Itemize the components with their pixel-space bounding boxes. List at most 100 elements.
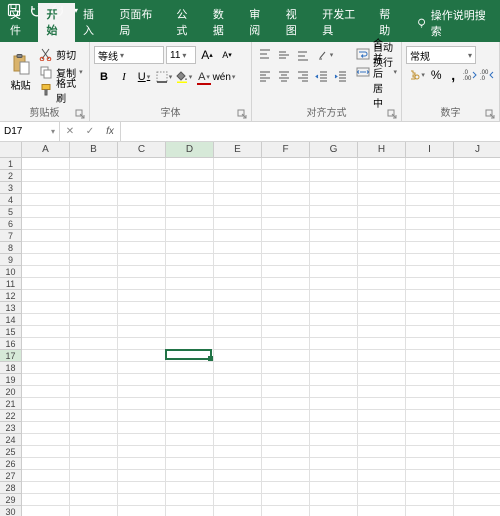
cell[interactable] (310, 338, 358, 350)
column-header[interactable]: I (406, 142, 454, 158)
cell[interactable] (454, 494, 500, 506)
cell[interactable] (454, 362, 500, 374)
cell[interactable] (406, 482, 454, 494)
cell[interactable] (262, 374, 310, 386)
cell[interactable] (454, 254, 500, 266)
cell[interactable] (22, 458, 70, 470)
cell[interactable] (214, 482, 262, 494)
cell[interactable] (166, 242, 214, 254)
bold-button[interactable]: B (94, 68, 114, 86)
cell[interactable] (22, 470, 70, 482)
cell[interactable] (118, 218, 166, 230)
cell[interactable] (214, 266, 262, 278)
cell[interactable] (406, 278, 454, 290)
cell[interactable] (358, 230, 406, 242)
row-header[interactable]: 5 (0, 206, 22, 218)
cell[interactable] (358, 182, 406, 194)
cell[interactable] (262, 242, 310, 254)
cell[interactable] (22, 218, 70, 230)
cell[interactable] (454, 218, 500, 230)
cell[interactable] (214, 446, 262, 458)
cell[interactable] (118, 434, 166, 446)
cell[interactable] (310, 410, 358, 422)
select-all-corner[interactable] (0, 142, 22, 158)
cell[interactable] (454, 242, 500, 254)
cell[interactable] (118, 314, 166, 326)
cell[interactable] (454, 194, 500, 206)
cell[interactable] (118, 326, 166, 338)
cell[interactable] (262, 254, 310, 266)
cell[interactable] (262, 494, 310, 506)
cell[interactable] (262, 170, 310, 182)
cell[interactable] (166, 350, 214, 362)
cell[interactable] (310, 218, 358, 230)
cell[interactable] (118, 362, 166, 374)
cell[interactable] (358, 386, 406, 398)
cell[interactable] (214, 218, 262, 230)
cell[interactable] (262, 410, 310, 422)
cell[interactable] (214, 338, 262, 350)
cell[interactable] (166, 434, 214, 446)
cell[interactable] (310, 470, 358, 482)
align-bottom-button[interactable] (294, 46, 312, 64)
comma-button[interactable]: , (445, 66, 461, 84)
cell[interactable] (22, 386, 70, 398)
cell[interactable] (262, 386, 310, 398)
cell[interactable] (118, 482, 166, 494)
cell[interactable] (214, 374, 262, 386)
cell[interactable] (358, 410, 406, 422)
cell[interactable] (70, 218, 118, 230)
cell[interactable] (310, 182, 358, 194)
cell[interactable] (262, 422, 310, 434)
cut-button[interactable]: 剪切 (39, 46, 85, 62)
cell[interactable] (406, 434, 454, 446)
cell[interactable] (70, 374, 118, 386)
cell[interactable] (70, 278, 118, 290)
cell[interactable] (454, 326, 500, 338)
cell[interactable] (310, 242, 358, 254)
worksheet-grid[interactable]: ABCDEFGHIJ 12345678910111213141516171819… (0, 142, 500, 516)
cell[interactable] (70, 482, 118, 494)
row-header[interactable]: 25 (0, 446, 22, 458)
cell[interactable] (118, 230, 166, 242)
cell[interactable] (406, 170, 454, 182)
column-header[interactable]: H (358, 142, 406, 158)
cell[interactable] (166, 206, 214, 218)
column-header[interactable]: J (454, 142, 500, 158)
align-center-button[interactable] (275, 67, 293, 85)
cell[interactable] (310, 326, 358, 338)
cell[interactable] (166, 170, 214, 182)
cell[interactable] (310, 266, 358, 278)
column-header[interactable]: D (166, 142, 214, 158)
row-header[interactable]: 19 (0, 374, 22, 386)
cell[interactable] (22, 482, 70, 494)
cell[interactable] (310, 506, 358, 516)
cell[interactable] (118, 458, 166, 470)
tab-developer[interactable]: 开发工具 (314, 3, 371, 42)
phonetic-button[interactable]: wén▾ (214, 68, 234, 86)
row-header[interactable]: 27 (0, 470, 22, 482)
cell[interactable] (310, 386, 358, 398)
cell[interactable] (22, 254, 70, 266)
cell[interactable] (118, 302, 166, 314)
cell[interactable] (166, 158, 214, 170)
cell[interactable] (166, 302, 214, 314)
cell[interactable] (358, 314, 406, 326)
cell[interactable] (454, 434, 500, 446)
cell[interactable] (22, 314, 70, 326)
align-right-button[interactable] (294, 67, 312, 85)
cell[interactable] (454, 182, 500, 194)
cell[interactable] (70, 410, 118, 422)
cell[interactable] (70, 266, 118, 278)
cell[interactable] (214, 302, 262, 314)
cell[interactable] (166, 410, 214, 422)
cell[interactable] (166, 182, 214, 194)
cell[interactable] (70, 314, 118, 326)
cell[interactable] (262, 266, 310, 278)
cell[interactable] (262, 446, 310, 458)
cell[interactable] (118, 350, 166, 362)
merge-center-button[interactable]: 合并后居中 ▾ (356, 64, 397, 80)
cell[interactable] (22, 422, 70, 434)
cell[interactable] (118, 470, 166, 482)
cell[interactable] (70, 350, 118, 362)
